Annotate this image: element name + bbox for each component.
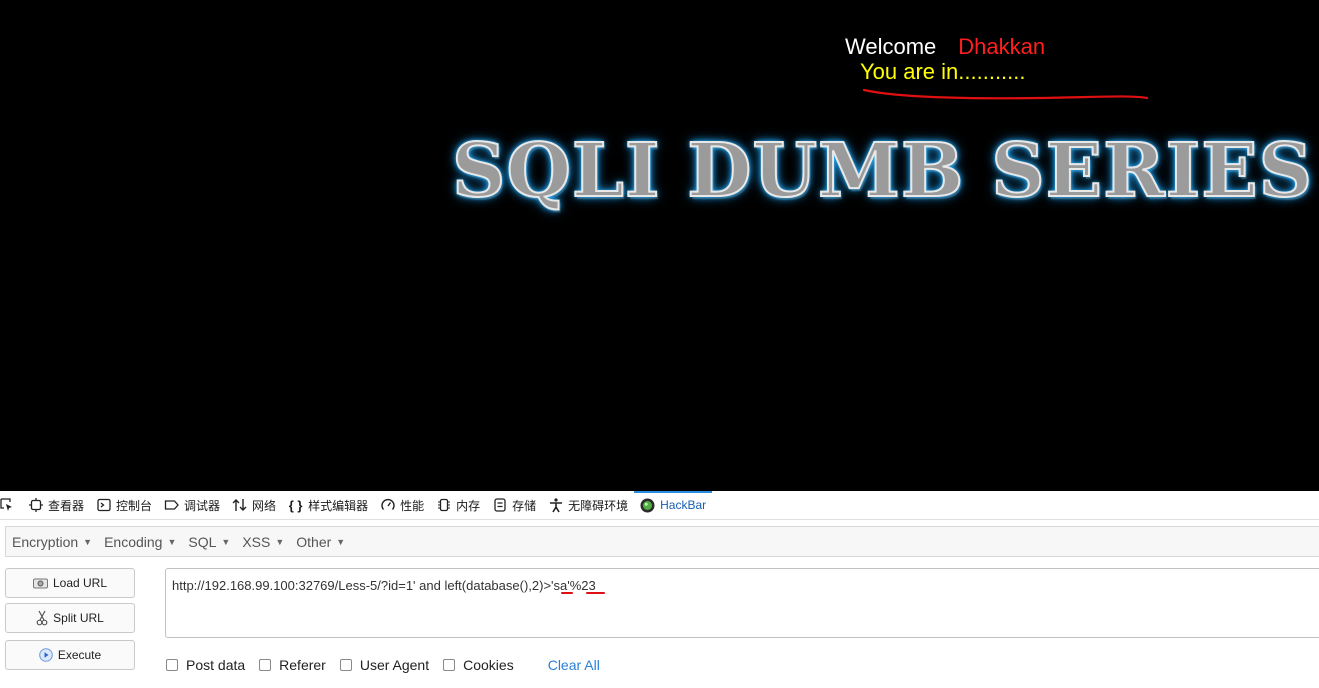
element-picker-button[interactable] xyxy=(0,491,22,519)
sqli-banner: SQLI DUMB SERIES xyxy=(451,127,1314,215)
status-message: You are in........... xyxy=(860,59,1026,84)
post-data-checkbox[interactable] xyxy=(166,659,178,671)
tab-label: 网络 xyxy=(252,498,277,513)
clear-all-link[interactable]: Clear All xyxy=(548,657,600,673)
performance-icon xyxy=(380,498,395,513)
play-icon xyxy=(39,648,53,662)
option-post-data[interactable]: Post data xyxy=(166,657,245,673)
tab-label: 调试器 xyxy=(184,498,221,513)
hackbar-logo-icon xyxy=(640,498,655,513)
debugger-icon xyxy=(164,498,179,513)
accessibility-icon xyxy=(548,497,563,513)
devtools-tab-bar: 查看器 控制台 调试器 网络 { } 样式编辑器 性能 内存 存储 无障碍环境 … xyxy=(0,491,1319,520)
tab-label: 样式编辑器 xyxy=(308,498,369,513)
welcome-label: Welcome xyxy=(845,34,937,59)
tab-label: 性能 xyxy=(400,498,425,513)
red-underline-annotation xyxy=(862,88,1149,100)
tab-network[interactable]: 网络 xyxy=(226,491,282,519)
option-referer[interactable]: Referer xyxy=(259,657,326,673)
load-url-button[interactable]: Load URL xyxy=(5,568,135,598)
tab-inspector[interactable]: 查看器 xyxy=(22,491,90,519)
user-name: Dhakkan xyxy=(958,34,1046,59)
red-underline-annotation xyxy=(586,592,605,594)
red-underline-annotation xyxy=(561,592,573,594)
tab-label: 查看器 xyxy=(48,498,85,513)
split-url-button[interactable]: Split URL xyxy=(5,603,135,633)
option-user-agent[interactable]: User Agent xyxy=(339,657,429,673)
tab-label: HackBar xyxy=(660,498,707,512)
chevron-down-icon: ▼ xyxy=(221,536,231,547)
style-editor-icon: { } xyxy=(288,497,303,513)
storage-icon xyxy=(492,498,507,513)
cookies-checkbox[interactable] xyxy=(443,659,456,671)
chevron-down-icon: ▼ xyxy=(275,536,285,547)
url-input[interactable]: http://192.168.99.100:32769/Less-5/?id=1… xyxy=(165,568,1319,638)
tab-label: 无障碍环境 xyxy=(568,498,629,513)
tab-memory[interactable]: 内存 xyxy=(430,491,486,519)
execute-button[interactable]: Execute xyxy=(5,640,135,670)
tab-label: 内存 xyxy=(456,498,481,513)
tab-accessibility[interactable]: 无障碍环境 xyxy=(542,491,634,519)
inspector-icon xyxy=(28,498,43,513)
chevron-down-icon: ▼ xyxy=(336,536,346,547)
tab-style-editor[interactable]: { } 样式编辑器 xyxy=(282,491,374,519)
user-agent-checkbox[interactable] xyxy=(339,659,352,671)
menu-encryption[interactable]: Encryption ▼ xyxy=(6,534,98,550)
option-cookies[interactable]: Cookies xyxy=(443,657,514,673)
memory-icon xyxy=(436,498,451,513)
menu-xss[interactable]: XSS ▼ xyxy=(236,534,290,550)
page-viewport: Welcome Dhakkan You are in........... SQL… xyxy=(0,0,1319,491)
hackbar-menu-bar: Encryption ▼ Encoding ▼ SQL ▼ XSS ▼ Other ▼ xyxy=(5,526,1319,557)
tab-label: 控制台 xyxy=(116,498,153,513)
request-options: Post data Referer User Agent Cookies Cle… xyxy=(166,657,600,673)
load-url-icon xyxy=(32,577,48,589)
console-icon xyxy=(96,498,111,513)
menu-other[interactable]: Other ▼ xyxy=(290,534,351,550)
tab-console[interactable]: 控制台 xyxy=(90,491,158,519)
hackbar-panel: Encryption ▼ Encoding ▼ SQL ▼ XSS ▼ Other ▼ L… xyxy=(0,520,1319,688)
tab-label: 存储 xyxy=(512,498,537,513)
tab-hackbar[interactable]: HackBar xyxy=(634,491,713,519)
network-icon xyxy=(232,498,247,513)
element-picker-icon xyxy=(0,498,14,513)
referer-checkbox[interactable] xyxy=(259,659,272,671)
menu-sql[interactable]: SQL ▼ xyxy=(182,534,236,550)
menu-encoding[interactable]: Encoding ▼ xyxy=(98,534,182,550)
tab-storage[interactable]: 存储 xyxy=(486,491,542,519)
tab-performance[interactable]: 性能 xyxy=(374,491,430,519)
chevron-down-icon: ▼ xyxy=(83,536,93,547)
scissors-icon xyxy=(36,610,48,626)
welcome-line: Welcome Dhakkan xyxy=(845,34,1045,60)
tab-debugger[interactable]: 调试器 xyxy=(158,491,226,519)
chevron-down-icon: ▼ xyxy=(167,536,177,547)
